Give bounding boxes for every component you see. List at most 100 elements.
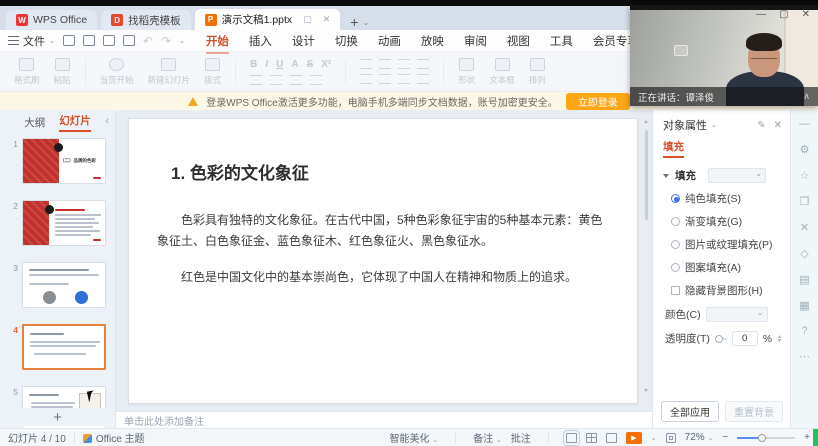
slideshow-play-button[interactable]: ▶	[626, 432, 642, 444]
slide-thumbnail-3[interactable]	[22, 262, 106, 308]
highlight-icon[interactable]	[270, 75, 282, 85]
reset-background-button[interactable]: 重置背景	[725, 401, 783, 422]
scroll-down-icon[interactable]: ▾	[642, 387, 650, 394]
menu-animations[interactable]: 动画	[369, 31, 410, 51]
qat-caret-icon[interactable]: ⌄	[179, 37, 185, 45]
help-icon[interactable]: ?	[801, 325, 807, 337]
normal-view-icon[interactable]	[566, 433, 577, 443]
collapse-strip-icon[interactable]: —	[799, 118, 810, 130]
collapse-video-icon[interactable]: ∧	[803, 91, 810, 102]
italic-button[interactable]: I	[265, 59, 268, 70]
pin-icon[interactable]: ✎	[757, 120, 765, 131]
menu-design[interactable]: 设计	[283, 31, 324, 51]
maximize-icon[interactable]: ▢	[779, 9, 788, 20]
share-icon[interactable]	[123, 35, 135, 46]
numbered-list-icon[interactable]	[379, 59, 391, 69]
font-size-icon[interactable]	[250, 75, 262, 85]
notes-toggle-button[interactable]: 备注 ⌄	[473, 430, 502, 445]
format-painter-button[interactable]: 格式刷	[14, 58, 40, 86]
redo-icon[interactable]: ↷	[161, 34, 171, 48]
bold-button[interactable]: B	[250, 59, 257, 70]
slide-sorter-view-icon[interactable]	[586, 433, 597, 443]
slide-body-text[interactable]: 色彩具有独特的文化象征。在古代中国，5种色彩象征宇宙的5种基本元素：黄色象征土、…	[157, 210, 609, 288]
paste-button[interactable]: 粘贴	[54, 58, 71, 86]
shape-tools-icon[interactable]: ◇	[800, 247, 808, 260]
scroll-up-icon[interactable]: ▴	[642, 118, 650, 125]
tab-outline[interactable]: 大纲	[24, 115, 45, 130]
slide-canvas[interactable]: 1. 色彩的文化象征 色彩具有独特的文化象征。在古代中国，5种色彩象征宇宙的5种…	[128, 118, 638, 404]
line-spacing-icon[interactable]	[417, 74, 429, 84]
fill-option-gradient[interactable]: 渐变填充(G)	[653, 210, 790, 233]
panel-title-caret-icon[interactable]: ⌄	[711, 121, 717, 129]
align-left-icon[interactable]	[360, 74, 372, 84]
arrange-button[interactable]: 排列	[529, 58, 546, 86]
fit-slide-icon[interactable]	[666, 433, 676, 443]
menu-view[interactable]: 视图	[498, 31, 539, 51]
apply-all-button[interactable]: 全部应用	[661, 401, 719, 422]
font-color-button[interactable]: A	[291, 59, 298, 70]
align-center-icon[interactable]	[379, 74, 391, 84]
panel-tab-fill[interactable]: 填充	[653, 137, 790, 158]
export-icon[interactable]	[83, 35, 95, 46]
menu-transitions[interactable]: 切换	[326, 31, 367, 51]
strikethrough-button[interactable]: S	[307, 59, 314, 70]
vertical-scrollbar[interactable]: ▴ ▾	[642, 118, 650, 394]
undo-icon[interactable]: ↶	[143, 34, 153, 48]
slide-paragraph-2[interactable]: 红色是中国文化中的基本崇尚色，它体现了中国人在精神和物质上的追求。	[157, 267, 609, 288]
layout-tools-icon[interactable]: ▦	[799, 299, 809, 312]
spinner-icons[interactable]: ▲▼	[777, 335, 782, 343]
more-icon[interactable]: ⋯	[799, 350, 810, 363]
zoom-slider[interactable]	[737, 437, 795, 439]
login-now-button[interactable]: 立即登录	[566, 93, 630, 110]
properties-icon[interactable]: ⚙	[800, 143, 810, 156]
effects-icon[interactable]: ✕	[800, 221, 809, 234]
tab-wps-home[interactable]: W WPS Office	[6, 10, 97, 30]
hide-background-checkbox[interactable]: 隐藏背景图形(H)	[653, 279, 790, 302]
transparency-slider[interactable]	[715, 338, 727, 340]
menu-slideshow[interactable]: 放映	[412, 31, 453, 51]
file-menu-button[interactable]: 文件 ⌄	[8, 33, 55, 49]
layout-button[interactable]: 版式	[204, 58, 221, 86]
menu-review[interactable]: 审阅	[455, 31, 496, 51]
tab-slides[interactable]: 幻灯片	[59, 113, 91, 132]
collapse-panel-icon[interactable]: ‹	[105, 115, 109, 127]
new-tab-button[interactable]: + ⌄	[350, 14, 369, 30]
slide-title[interactable]: 1. 色彩的文化象征	[171, 159, 637, 184]
close-panel-icon[interactable]: ✕	[774, 120, 782, 131]
slide-thumbnail-4-selected[interactable]	[22, 324, 106, 370]
superscript-button[interactable]: X²	[321, 59, 331, 70]
beautify-button[interactable]: 智能美化 ⌄	[389, 430, 438, 445]
color-dropdown[interactable]	[706, 307, 768, 322]
close-icon[interactable]: ✕	[802, 9, 810, 20]
clear-format-icon[interactable]	[310, 75, 322, 85]
align-right-icon[interactable]	[398, 74, 410, 84]
new-tab-caret-icon[interactable]: ⌄	[362, 18, 369, 27]
bullet-list-icon[interactable]	[360, 59, 372, 69]
fill-option-picture[interactable]: 图片或纹理填充(P)	[653, 233, 790, 256]
fill-option-pattern[interactable]: 图案填充(A)	[653, 256, 790, 279]
shapes-button[interactable]: 形状	[458, 58, 475, 86]
menu-home[interactable]: 开始	[197, 31, 238, 51]
menu-tools[interactable]: 工具	[541, 31, 582, 51]
tab-restore-icon[interactable]: ▢	[303, 14, 312, 25]
zoom-slider-handle[interactable]	[758, 434, 766, 442]
transparency-value-input[interactable]: 0	[732, 331, 758, 346]
slide-thumbnail-1[interactable]: （二）品牌的色彩	[22, 138, 106, 184]
underline-button[interactable]: U	[276, 59, 283, 70]
play-from-page-button[interactable]: 当页开始	[100, 58, 134, 86]
slider-handle[interactable]	[715, 335, 723, 343]
new-slide-button[interactable]: 新建幻灯片	[148, 58, 191, 86]
notes-input[interactable]: 单击此处添加备注	[116, 411, 652, 428]
scrollbar-thumb[interactable]	[645, 130, 648, 220]
video-call-overlay[interactable]: — ▢ ✕ 正在讲话： 谭泽俊 ∧	[630, 5, 818, 106]
minimize-icon[interactable]: —	[756, 9, 766, 20]
slide-paragraph-1[interactable]: 色彩具有独特的文化象征。在古代中国，5种色彩象征宇宙的5种基本元素：黄色象征土、…	[157, 210, 609, 252]
zoom-level[interactable]: 72% ⌄	[685, 432, 714, 443]
tab-document[interactable]: P 演示文稿1.pptx ▢ ✕	[195, 9, 341, 30]
add-slide-button[interactable]: +	[0, 408, 115, 426]
comments-button[interactable]: 批注	[511, 430, 531, 445]
char-spacing-icon[interactable]	[290, 75, 302, 85]
print-icon[interactable]	[103, 35, 115, 46]
zoom-out-button[interactable]: −	[722, 432, 728, 443]
fill-option-solid[interactable]: 纯色填充(S)	[653, 187, 790, 210]
